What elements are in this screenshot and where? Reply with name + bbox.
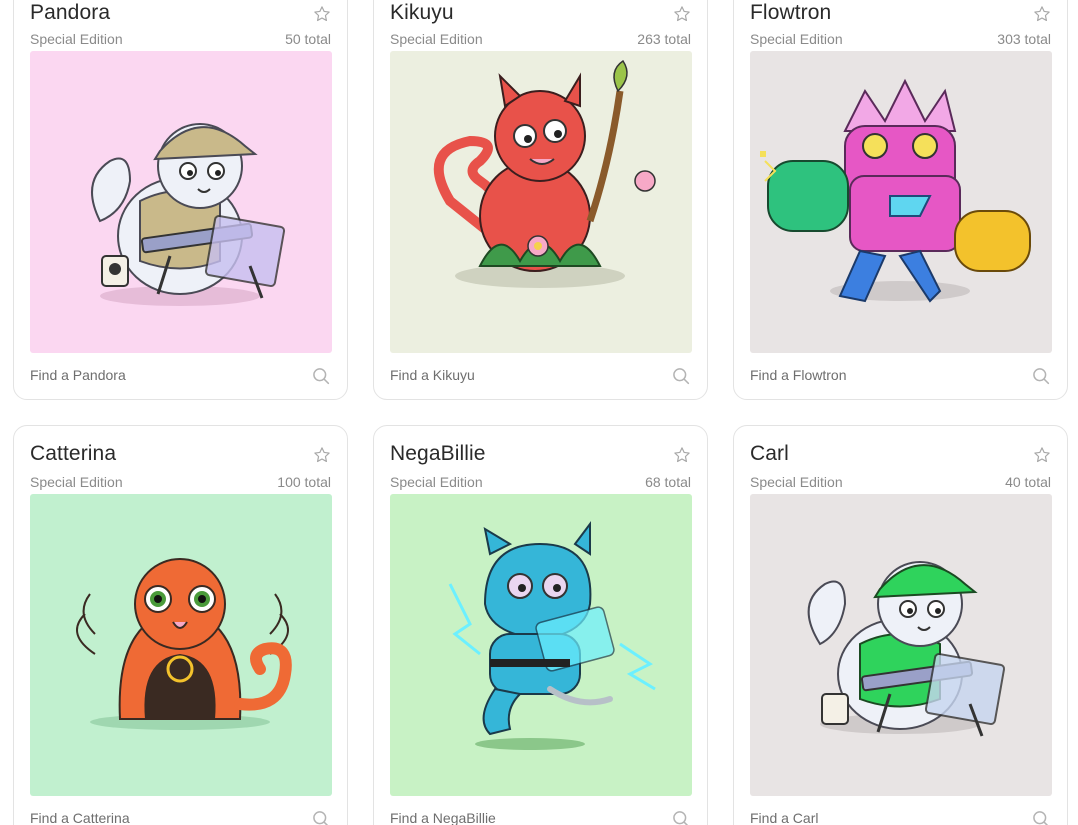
cat-illustration (760, 78, 1031, 303)
card-catterina[interactable]: Catterina Special Edition 100 total Find… (13, 425, 348, 825)
kitty-artwork[interactable] (390, 494, 692, 796)
star-icon[interactable] (1033, 5, 1051, 23)
kitty-artwork[interactable] (390, 51, 692, 353)
search-icon[interactable] (671, 809, 691, 825)
total-count: 40 total (1005, 474, 1051, 490)
total-count: 50 total (285, 31, 331, 47)
edition-label: Special Edition (30, 474, 123, 490)
kitty-artwork[interactable] (30, 494, 332, 796)
kitty-artwork[interactable] (750, 51, 1052, 353)
card-title: Carl (750, 442, 789, 465)
search-icon[interactable] (1031, 809, 1051, 825)
cat-illustration (76, 558, 292, 730)
card-title: Kikuyu (390, 1, 454, 24)
kitty-artwork[interactable] (30, 51, 332, 353)
card-title: NegaBillie (390, 442, 486, 465)
find-link[interactable]: Find a Pandora (30, 367, 126, 383)
edition-label: Special Edition (390, 31, 483, 47)
find-link[interactable]: Find a Carl (750, 810, 818, 825)
star-icon[interactable] (313, 5, 331, 23)
card-title: Flowtron (750, 1, 832, 24)
edition-label: Special Edition (30, 31, 123, 47)
edition-label: Special Edition (750, 31, 843, 47)
card-negabillie[interactable]: NegaBillie Special Edition 68 total Find… (373, 425, 708, 825)
search-icon[interactable] (311, 809, 331, 825)
kitty-artwork[interactable] (750, 494, 1052, 796)
find-link[interactable]: Find a Catterina (30, 810, 130, 825)
cat-illustration (448, 521, 656, 750)
total-count: 100 total (277, 474, 331, 490)
edition-label: Special Edition (390, 474, 483, 490)
edition-label: Special Edition (750, 474, 843, 490)
card-title: Pandora (30, 1, 111, 24)
search-icon[interactable] (671, 366, 691, 386)
find-link[interactable]: Find a Flowtron (750, 367, 846, 383)
total-count: 68 total (645, 474, 691, 490)
cat-illustration (433, 59, 656, 288)
star-icon[interactable] (673, 5, 691, 23)
card-flowtron[interactable]: Flowtron Special Edition 303 total Find … (733, 0, 1068, 400)
cat-illustration (807, 561, 1006, 737)
card-title: Catterina (30, 442, 117, 465)
total-count: 263 total (637, 31, 691, 47)
total-count: 303 total (997, 31, 1051, 47)
find-link[interactable]: Find a NegaBillie (390, 810, 496, 825)
kitty-grid: Pandora Special Edition 50 total Find a … (0, 0, 1078, 825)
find-link[interactable]: Find a Kikuyu (390, 367, 475, 383)
search-icon[interactable] (1031, 366, 1051, 386)
card-carl[interactable]: Carl Special Edition 40 total Find a Car… (733, 425, 1068, 825)
card-pandora[interactable]: Pandora Special Edition 50 total Find a … (13, 0, 348, 400)
cat-illustration (91, 123, 286, 306)
search-icon[interactable] (311, 366, 331, 386)
star-icon[interactable] (673, 446, 691, 464)
star-icon[interactable] (1033, 446, 1051, 464)
card-kikuyu[interactable]: Kikuyu Special Edition 263 total Find a … (373, 0, 708, 400)
star-icon[interactable] (313, 446, 331, 464)
